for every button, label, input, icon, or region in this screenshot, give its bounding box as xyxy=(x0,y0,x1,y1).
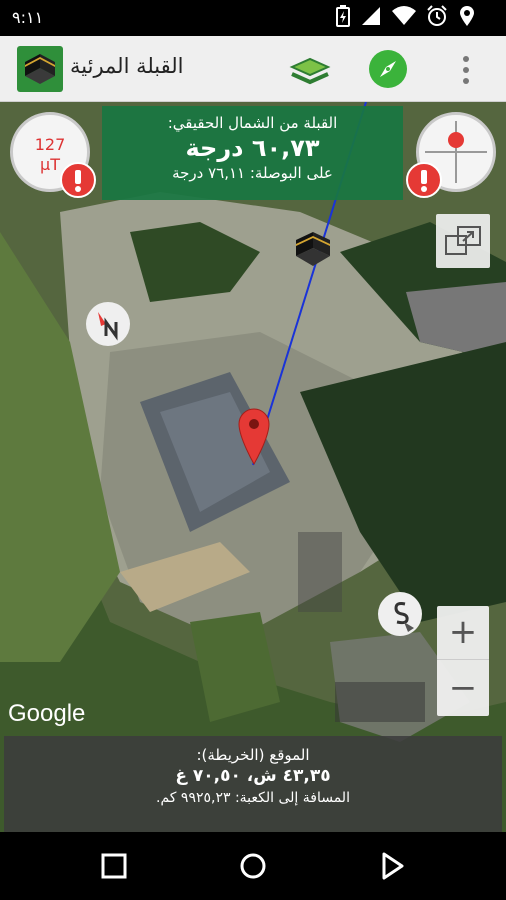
north-marker xyxy=(86,302,130,346)
overflow-menu-icon[interactable] xyxy=(458,54,474,86)
location-pin-icon[interactable] xyxy=(236,406,272,466)
back-button[interactable] xyxy=(376,850,408,882)
app-title: القبلة المرئية xyxy=(70,54,184,78)
zoom-in-button[interactable]: + xyxy=(437,606,489,660)
location-label: الموقع (الخريطة): xyxy=(196,746,310,764)
kaaba-app-icon[interactable] xyxy=(17,46,63,92)
location-coords: ٤٣,٣٥ ش، ٧٠,٥٠ غ xyxy=(175,766,331,786)
kaaba-marker xyxy=(290,226,336,272)
map-view[interactable]: القبلة من الشمال الحقيقي: ٦٠,٧٣ درجة على… xyxy=(0,102,506,832)
qibla-direction-panel: القبلة من الشمال الحقيقي: ٦٠,٧٣ درجة على… xyxy=(102,106,403,200)
qibla-compass-text: على البوصلة: ٧٦,١١ درجة xyxy=(172,164,333,182)
zoom-control: + − xyxy=(437,606,489,716)
signal-icon xyxy=(360,5,382,31)
wifi-icon xyxy=(392,5,416,31)
location-info-panel: الموقع (الخريطة): ٤٣,٣٥ ش، ٧٠,٥٠ غ المسا… xyxy=(4,736,502,832)
layers-icon[interactable] xyxy=(288,50,332,90)
field-value: 127 xyxy=(34,135,66,154)
warning-icon[interactable] xyxy=(60,162,96,198)
zoom-out-button[interactable]: − xyxy=(437,662,489,716)
status-bar: ٩:١١ xyxy=(0,0,506,36)
qibla-title: القبلة من الشمال الحقيقي: xyxy=(167,114,338,132)
navigation-bar xyxy=(0,832,506,900)
south-marker xyxy=(378,592,422,636)
fullscreen-toggle-icon[interactable] xyxy=(436,214,490,268)
status-icons xyxy=(336,5,476,31)
kaaba-distance: المسافة إلى الكعبة: ٩٩٢٥,٢٣ كم. xyxy=(156,790,350,806)
alarm-icon xyxy=(426,5,448,31)
home-button[interactable] xyxy=(237,850,269,882)
status-time: ٩:١١ xyxy=(12,8,44,27)
compass-icon[interactable] xyxy=(369,50,407,88)
location-icon xyxy=(458,5,476,31)
google-attribution: Google xyxy=(8,700,86,727)
app-bar: القبلة المرئية xyxy=(0,36,506,102)
recents-button[interactable] xyxy=(98,850,130,882)
warning-icon[interactable] xyxy=(406,162,442,198)
battery-charging-icon xyxy=(336,5,350,31)
qibla-value: ٦٠,٧٣ درجة xyxy=(185,134,320,162)
